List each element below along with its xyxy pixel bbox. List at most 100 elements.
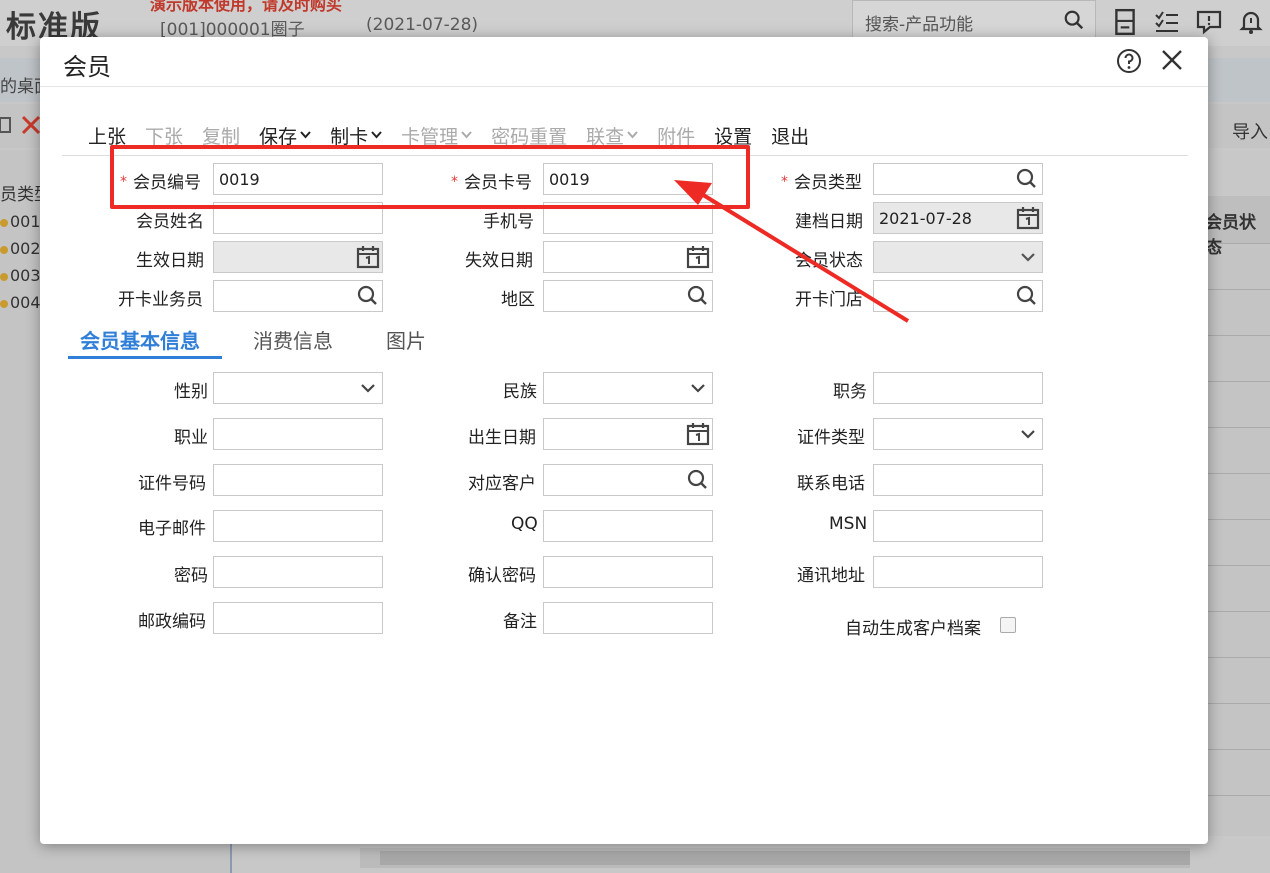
global-search-placeholder: 搜索-产品功能: [865, 15, 974, 35]
horizontal-scrollbar[interactable]: [360, 848, 1190, 868]
card-management-button[interactable]: 卡管理: [401, 122, 472, 149]
chevron-down-icon[interactable]: [358, 376, 378, 400]
related-query-button[interactable]: 联查: [586, 122, 638, 149]
occupation-input[interactable]: [213, 418, 383, 450]
tree-item[interactable]: 003: [0, 266, 41, 285]
settings-button[interactable]: 设置: [714, 122, 752, 149]
confirm-password-input[interactable]: [543, 556, 713, 588]
grid-header-status: 会员状态: [1205, 196, 1270, 258]
message-icon[interactable]: [1196, 8, 1222, 36]
folder-icon: [0, 273, 8, 281]
save-button[interactable]: 保存: [259, 122, 311, 149]
position-input[interactable]: [873, 372, 1043, 404]
attachment-button[interactable]: 附件: [657, 122, 695, 149]
help-icon[interactable]: [1116, 48, 1142, 74]
table-row[interactable]: [1205, 428, 1270, 474]
id-no-label: 证件号码: [138, 474, 206, 494]
password-label: 密码: [174, 566, 208, 586]
id-no-input[interactable]: [213, 464, 383, 496]
card-no-input[interactable]: [543, 163, 713, 195]
member-type-label: * 会员类型: [781, 173, 862, 193]
make-card-button[interactable]: 制卡: [330, 122, 382, 149]
phone-input[interactable]: [873, 464, 1043, 496]
qq-input[interactable]: [543, 510, 713, 542]
global-search[interactable]: 搜索-产品功能: [852, 0, 1096, 42]
calendar-icon[interactable]: [1016, 206, 1040, 230]
table-row[interactable]: [1205, 566, 1270, 612]
auto-customer-checkbox[interactable]: [1000, 617, 1016, 633]
table-row[interactable]: [1205, 474, 1270, 520]
ethnicity-label: 民族: [503, 382, 537, 402]
chevron-down-icon: [461, 131, 472, 139]
next-button[interactable]: 下张: [145, 122, 183, 149]
chevron-down-icon: [300, 131, 311, 139]
tree-item[interactable]: 001: [0, 212, 41, 231]
scrollbar-thumb[interactable]: [380, 851, 1190, 865]
tab-basic-info[interactable]: 会员基本信息: [80, 325, 200, 354]
calendar-icon[interactable]: [686, 422, 710, 446]
phone-label: 联系电话: [797, 474, 865, 494]
table-row[interactable]: [1205, 382, 1270, 428]
required-mark: *: [451, 174, 458, 190]
prev-button[interactable]: 上张: [88, 122, 126, 149]
import-button[interactable]: 导入: [1232, 118, 1268, 144]
tab-consumption-info[interactable]: 消费信息: [253, 325, 333, 354]
save-icon[interactable]: [1112, 8, 1138, 36]
member-name-input[interactable]: [213, 202, 383, 234]
table-row[interactable]: [1205, 612, 1270, 658]
member-no-input[interactable]: [213, 163, 383, 195]
remark-input[interactable]: [543, 602, 713, 634]
search-icon[interactable]: [1063, 9, 1085, 31]
table-row[interactable]: [1205, 336, 1270, 382]
search-icon[interactable]: [686, 468, 710, 492]
reset-password-button[interactable]: 密码重置: [491, 122, 567, 149]
copy-button[interactable]: 复制: [202, 122, 240, 149]
customer-label: 对应客户: [468, 474, 536, 494]
expire-date-label: 失效日期: [465, 251, 533, 271]
calendar-icon[interactable]: [356, 245, 380, 269]
region-label: 地区: [501, 290, 535, 310]
msn-label: MSN: [829, 514, 868, 534]
table-row[interactable]: [1205, 520, 1270, 566]
tree-item[interactable]: 002: [0, 239, 41, 258]
confirm-password-label: 确认密码: [468, 566, 536, 586]
delete-icon[interactable]: [20, 114, 42, 136]
mobile-input[interactable]: [543, 202, 713, 234]
table-row[interactable]: [1205, 750, 1270, 796]
postcode-label: 邮政编码: [138, 612, 206, 632]
table-row[interactable]: [1205, 244, 1270, 290]
member-name-label: 会员姓名: [136, 212, 204, 232]
active-tab-indicator: [68, 356, 222, 359]
table-row[interactable]: [1205, 704, 1270, 750]
chevron-down-icon[interactable]: [1018, 245, 1038, 269]
tab-pictures[interactable]: 图片: [386, 325, 426, 354]
msn-input[interactable]: [873, 510, 1043, 542]
card-no-label: * 会员卡号: [451, 173, 532, 193]
search-icon[interactable]: [356, 284, 380, 308]
edit-icon[interactable]: [0, 114, 12, 136]
email-input[interactable]: [213, 510, 383, 542]
id-type-label: 证件类型: [797, 428, 865, 448]
postcode-input[interactable]: [213, 602, 383, 634]
calendar-icon[interactable]: [686, 245, 710, 269]
tree-item[interactable]: 004: [0, 293, 41, 312]
chevron-down-icon[interactable]: [688, 376, 708, 400]
mobile-label: 手机号: [483, 212, 534, 232]
search-icon[interactable]: [1015, 284, 1039, 308]
table-row[interactable]: [1205, 290, 1270, 336]
dialog-toolbar: 上张 下张 复制 保存 制卡 卡管理 密码重置 联查 附件 设置 退出: [88, 120, 828, 150]
checklist-icon[interactable]: [1154, 8, 1180, 36]
table-row[interactable]: [1205, 658, 1270, 704]
exit-button[interactable]: 退出: [771, 122, 809, 149]
address-input[interactable]: [873, 556, 1043, 588]
required-mark: *: [781, 174, 788, 190]
position-label: 职务: [833, 382, 867, 402]
search-icon[interactable]: [1015, 167, 1039, 191]
password-input[interactable]: [213, 556, 383, 588]
chevron-down-icon[interactable]: [1018, 422, 1038, 446]
member-dialog: 会员 上张 下张 复制 保存 制卡 卡管理 密码重置 联查 附件 设置 退出 *…: [40, 37, 1208, 844]
bell-icon[interactable]: [1238, 8, 1264, 36]
remark-label: 备注: [503, 612, 537, 632]
search-icon[interactable]: [686, 284, 710, 308]
close-icon[interactable]: [1158, 46, 1186, 74]
